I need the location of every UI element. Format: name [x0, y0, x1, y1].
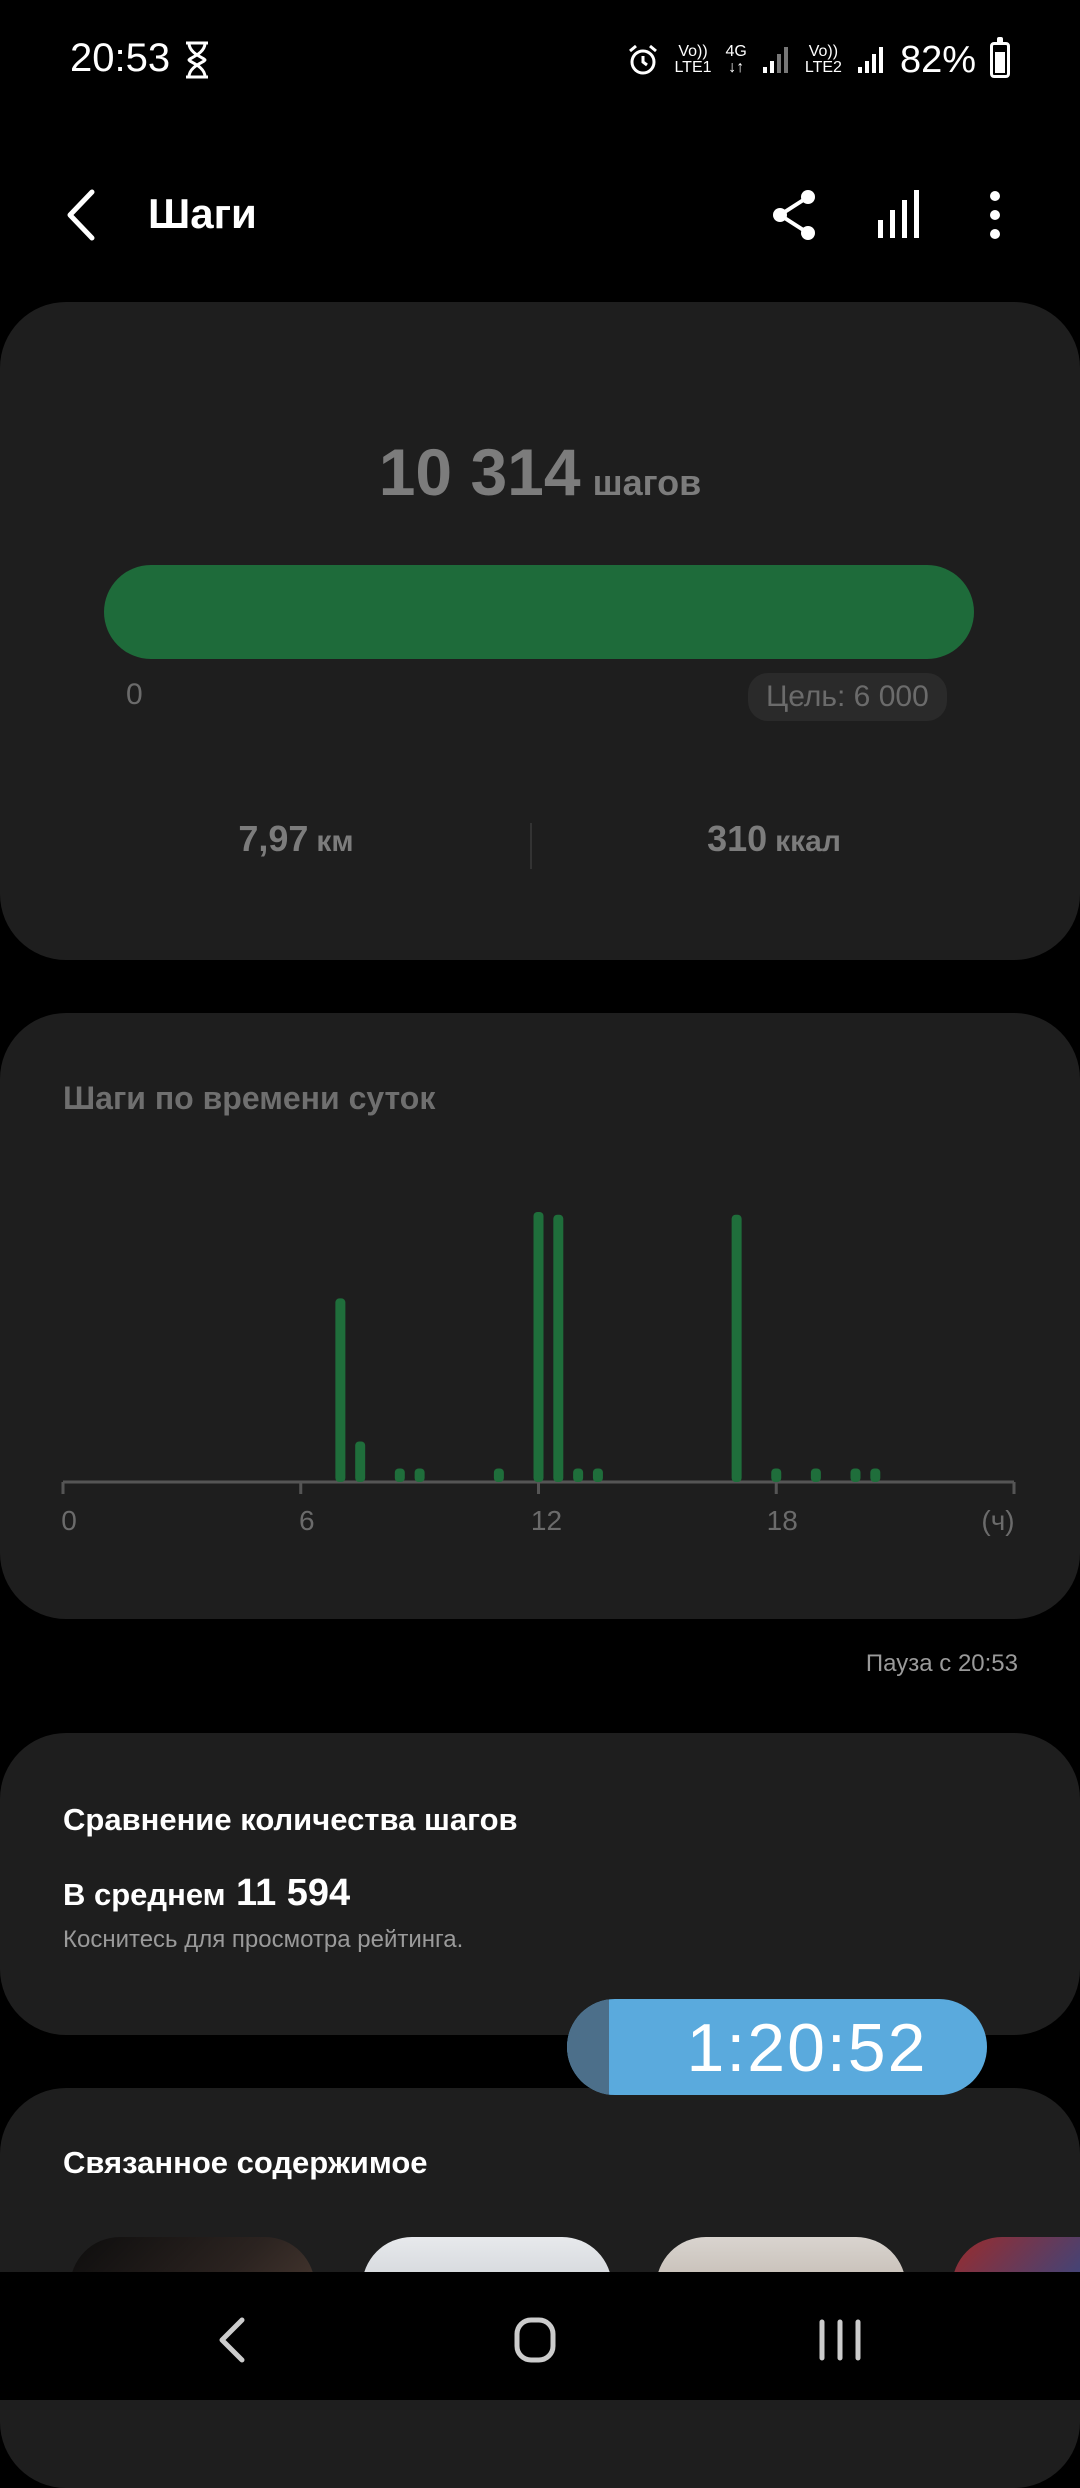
alarm-icon	[629, 44, 658, 75]
metric-divider	[530, 823, 532, 869]
hourglass-icon	[186, 41, 208, 79]
chart-tick-label: 6	[299, 1505, 315, 1536]
signal-icon	[762, 47, 788, 73]
steps-count: 10 314 шагов	[0, 434, 1080, 510]
chart-bar	[553, 1214, 564, 1482]
steps-unit: шагов	[592, 462, 702, 503]
nav-back-icon[interactable]	[190, 2300, 280, 2380]
chart-tick-label: 0	[61, 1505, 77, 1536]
chart-tick-label: 18	[767, 1505, 798, 1536]
steps-value: 10 314	[378, 435, 581, 509]
sim1-indicator: Vo)) LTE1	[674, 43, 712, 76]
comparison-hint: Коснитесь для просмотра рейтинга.	[63, 1926, 464, 1953]
pause-status: Пауза с 20:53	[865, 1650, 1018, 1677]
chart-bar	[850, 1468, 861, 1482]
calories-value: 310	[707, 818, 768, 859]
chart-tick-label: (ч)	[981, 1505, 1014, 1536]
chart-tick-label: 12	[531, 1505, 562, 1536]
related-content-title: Связанное содержимое	[63, 2145, 428, 2180]
signal-icon	[857, 47, 883, 73]
chart-bar	[592, 1468, 603, 1482]
goal-chip[interactable]: Цель: 6 000	[748, 673, 947, 721]
share-icon[interactable]	[760, 180, 830, 250]
data-arrows-icon: ↓↑	[728, 59, 745, 76]
average-value: 11 594	[236, 1872, 351, 1914]
sim2-indicator: Vo)) LTE2	[804, 43, 842, 76]
chart-bar	[533, 1212, 544, 1482]
chart-bar	[731, 1214, 742, 1482]
comparison-title: Сравнение количества шагов	[63, 1802, 518, 1837]
distance-metric: 7,97 км	[116, 818, 476, 860]
nav-home-icon[interactable]	[490, 2300, 580, 2380]
chart-bar	[414, 1468, 425, 1482]
chart-bar	[870, 1468, 881, 1482]
chart-bar	[573, 1468, 584, 1482]
average-row: В среднем 11 594	[63, 1872, 350, 1915]
chart-bar	[771, 1468, 782, 1482]
progress-start-label: 0	[126, 678, 143, 711]
calories-unit: ккал	[775, 825, 841, 858]
timer-value: 1:20:52	[686, 2010, 928, 2086]
timer-drag-handle[interactable]	[567, 1999, 609, 2095]
chart-title: Шаги по времени суток	[63, 1080, 436, 1116]
more-options-icon[interactable]	[960, 180, 1030, 250]
chart-bar	[493, 1468, 504, 1482]
status-time: 20:53	[70, 36, 171, 80]
nav-recents-icon[interactable]	[795, 2300, 885, 2380]
hourly-steps-chart: 0 6 12 18 (ч)	[61, 1212, 1016, 1536]
page-title: Шаги	[148, 190, 257, 237]
battery-percent: 82%	[899, 38, 976, 81]
average-label: В среднем	[63, 1877, 226, 1912]
distance-unit: км	[316, 825, 354, 858]
steps-progress-bar	[104, 565, 974, 659]
battery-icon	[990, 37, 1010, 78]
distance-value: 7,97	[238, 818, 309, 859]
back-button[interactable]	[52, 180, 112, 250]
network-indicator: 4G ↓↑	[725, 43, 747, 76]
chart-bar	[335, 1298, 346, 1482]
floating-timer[interactable]: 1:20:52	[567, 1999, 987, 2095]
status-icons: Vo)) LTE1 4G ↓↑ Vo)) LTE2 82%	[626, 30, 1010, 90]
trends-icon[interactable]	[865, 180, 935, 250]
calories-metric: 310 ккал	[594, 818, 954, 860]
chart-bar	[810, 1468, 821, 1482]
chart-bar	[394, 1468, 405, 1482]
chart-bar	[355, 1441, 366, 1482]
